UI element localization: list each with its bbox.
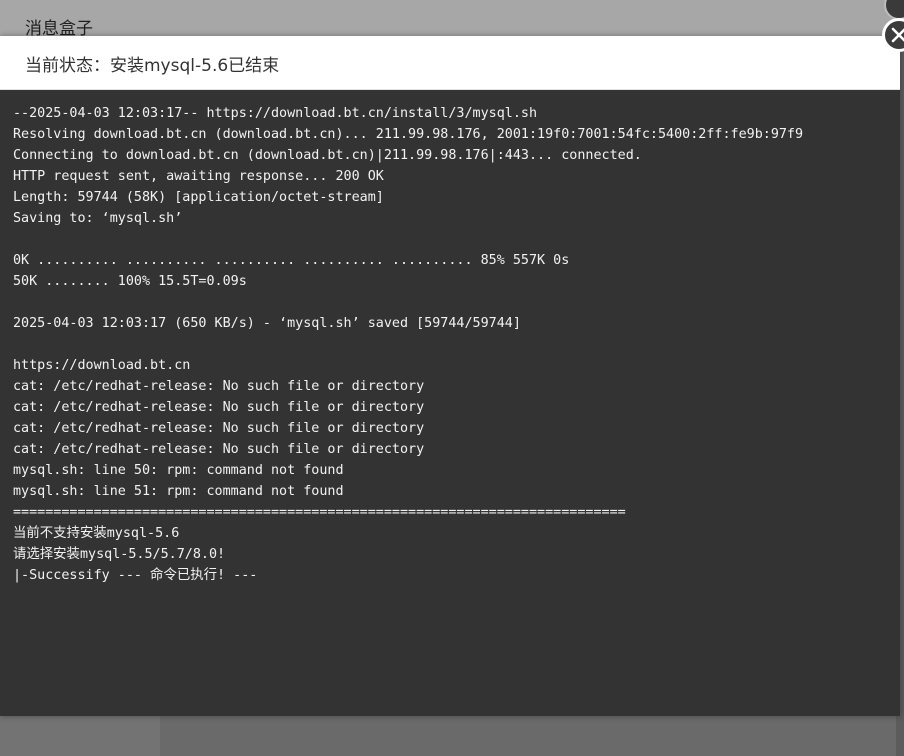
- status-label: 当前状态：: [25, 56, 110, 76]
- dialog-header: 当前状态：安装mysql-5.6已结束: [0, 36, 900, 90]
- terminal-line: Saving to: ‘mysql.sh’: [13, 211, 183, 226]
- status-value: 安装mysql-5.6已结束: [110, 56, 280, 76]
- close-icon: [891, 27, 904, 43]
- terminal-line: mysql.sh: line 51: rpm: command not foun…: [13, 484, 344, 499]
- terminal-lines: --2025-04-03 12:03:17-- https://download…: [13, 103, 803, 586]
- terminal-line: cat: /etc/redhat-release: No such file o…: [13, 379, 425, 394]
- background-window-footer-left: [0, 716, 160, 756]
- terminal-line: 请选择安装mysql-5.5/5.7/8.0!: [13, 547, 226, 562]
- terminal-line: 0K .......... .......... .......... ....…: [13, 253, 570, 268]
- terminal-line: mysql.sh: line 50: rpm: command not foun…: [13, 463, 344, 478]
- terminal-output: --2025-04-03 12:03:17-- https://download…: [0, 90, 900, 716]
- terminal-line: --2025-04-03 12:03:17-- https://download…: [13, 106, 538, 121]
- terminal-line: 50K ........ 100% 15.5T=0.09s: [13, 274, 247, 289]
- terminal-line: |-Successify --- 命令已执行! ---: [13, 568, 258, 583]
- terminal-line: cat: /etc/redhat-release: No such file o…: [13, 400, 425, 415]
- terminal-line: Connecting to download.bt.cn (download.b…: [13, 148, 642, 163]
- terminal-line: 2025-04-03 12:03:17 (650 KB/s) - ‘mysql.…: [13, 316, 521, 331]
- dialog-title: 当前状态：安装mysql-5.6已结束: [25, 51, 279, 76]
- terminal-line: https://download.bt.cn: [13, 358, 191, 373]
- terminal-line: Length: 59744 (58K) [application/octet-s…: [13, 190, 384, 205]
- terminal-line: HTTP request sent, awaiting response... …: [13, 169, 384, 184]
- terminal-line: cat: /etc/redhat-release: No such file o…: [13, 421, 425, 436]
- background-window-header: 消息盒子: [0, 0, 896, 40]
- terminal-line: ========================================…: [13, 505, 626, 520]
- terminal-line: 当前不支持安装mysql-5.6: [13, 526, 180, 541]
- terminal-line: Resolving download.bt.cn (download.bt.cn…: [13, 127, 804, 142]
- terminal-line: cat: /etc/redhat-release: No such file o…: [13, 442, 425, 457]
- message-dialog: 当前状态：安装mysql-5.6已结束 --2025-04-03 12:03:1…: [0, 18, 904, 716]
